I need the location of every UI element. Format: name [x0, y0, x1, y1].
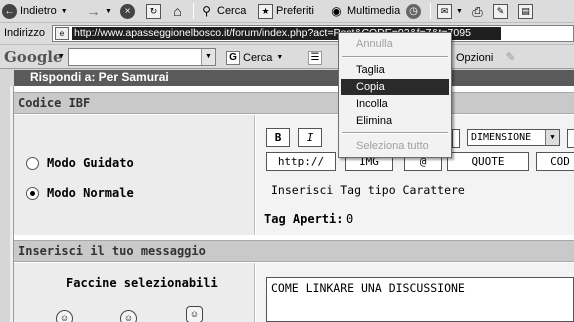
menu-separator: [342, 132, 448, 134]
smileys-label: Faccine selezionabili: [66, 276, 218, 290]
font-select-edge[interactable]: [452, 129, 460, 148]
google-extra-button[interactable]: ☰: [308, 49, 322, 66]
address-input[interactable]: e http://www.apasseggionelbosco.it/forum…: [52, 25, 574, 42]
mode-normal-radio[interactable]: [26, 186, 39, 200]
favorites-label: Preferiti: [276, 5, 314, 17]
chevron-down-icon: ▼: [545, 130, 559, 145]
page-button[interactable]: ▤: [518, 2, 533, 20]
color-select-edge[interactable]: [567, 129, 574, 148]
history-icon: ◷: [406, 3, 421, 19]
menu-item-delete[interactable]: Elimina: [341, 113, 449, 129]
google-toolbar: Google ▼ ▼ G Cerca ▼ ☰ Opzioni ✎: [0, 45, 574, 69]
size-select-value: DIMENSIONE: [471, 132, 532, 143]
standard-toolbar: ← Indietro ▼ → ▼ × ↻ ⌂ ⚲ Cerca ★ Preferi…: [0, 0, 574, 23]
forum-page: Rispondi a: Per Samurai Codice IBF Modo …: [0, 70, 574, 322]
section-header-message: Inserisci il tuo messaggio: [14, 240, 574, 262]
search-icon: ⚲: [202, 3, 211, 18]
tag-button-quote[interactable]: QUOTE: [447, 152, 529, 171]
page-icon: e: [55, 27, 69, 40]
open-tags-value: 0: [346, 212, 354, 226]
message-textarea[interactable]: COME LINKARE UNA DISCUSSIONE: [266, 277, 574, 322]
address-bar: Indirizzo e http://www.apasseggionelbosc…: [0, 23, 574, 45]
smiley-happy-icon[interactable]: ☺: [56, 310, 73, 322]
home-icon: ⌂: [173, 2, 182, 19]
google-options-label: Opzioni: [456, 51, 494, 64]
edit-icon: ✎: [493, 3, 508, 19]
mode-normal-label: Modo Normale: [47, 186, 134, 200]
page-icon: ▤: [518, 3, 533, 19]
context-menu: Annulla Taglia Copia Incolla Elimina Sel…: [338, 32, 452, 158]
mode-column: [14, 115, 255, 235]
multimedia-icon: ◉: [331, 3, 342, 18]
mode-guided-option[interactable]: Modo Guidato: [26, 156, 134, 170]
favorites-icon: ★: [258, 3, 273, 19]
edit-button[interactable]: ✎: [493, 2, 508, 20]
bold-button[interactable]: B: [266, 128, 290, 147]
chevron-down-icon: ▼: [60, 7, 68, 15]
stop-button[interactable]: ×: [120, 2, 135, 20]
size-select[interactable]: DIMENSIONE ▼: [467, 129, 560, 146]
chevron-down-icon: ▼: [276, 54, 284, 61]
print-icon: ⎙: [472, 3, 483, 19]
history-button[interactable]: ◷: [406, 2, 421, 20]
menu-item-undo[interactable]: Annulla: [341, 36, 449, 52]
address-label: Indirizzo: [4, 27, 45, 39]
refresh-icon: ↻: [146, 3, 161, 19]
search-button[interactable]: ⚲ Cerca: [199, 2, 246, 20]
mode-guided-radio[interactable]: [26, 156, 39, 170]
favorites-button[interactable]: ★ Preferiti: [258, 2, 314, 20]
google-search-input[interactable]: ▼: [68, 48, 216, 66]
google-search-label: Cerca: [243, 51, 273, 64]
highlighter-button[interactable]: ✎: [503, 49, 518, 66]
mode-normal-option[interactable]: Modo Normale: [26, 186, 134, 200]
page-title: Rispondi a: Per Samurai: [14, 70, 574, 86]
highlighter-icon: ✎: [505, 50, 516, 64]
tag-button-url[interactable]: http://: [266, 152, 336, 171]
chevron-down-icon: ▼: [105, 7, 112, 15]
multimedia-label: Multimedia: [347, 5, 401, 17]
italic-button[interactable]: I: [298, 128, 322, 147]
pagerank-icon: ☰: [308, 50, 322, 65]
google-search-button[interactable]: G Cerca ▼: [226, 49, 283, 66]
menu-separator: [342, 56, 448, 58]
mail-button[interactable]: ✉ ▼: [437, 2, 463, 20]
insert-tag-text: Inserisci Tag tipo Carattere: [271, 183, 465, 197]
menu-item-cut[interactable]: Taglia: [341, 62, 449, 78]
chevron-down-icon[interactable]: ▼: [201, 49, 215, 65]
menu-item-copy[interactable]: Copia: [341, 79, 449, 95]
menu-item-paste[interactable]: Incolla: [341, 96, 449, 112]
back-button[interactable]: ← Indietro ▼: [2, 2, 68, 20]
toolbar-divider: [193, 3, 194, 19]
forward-arrow-icon: →: [86, 2, 101, 19]
google-logo[interactable]: Google: [4, 48, 63, 66]
mail-icon: ✉: [437, 3, 452, 19]
back-arrow-icon: ←: [2, 3, 17, 19]
mode-guided-label: Modo Guidato: [47, 156, 134, 170]
stop-icon: ×: [120, 3, 135, 19]
tag-button-code[interactable]: COD: [536, 152, 574, 171]
open-tags-label: Tag Aperti:: [264, 212, 344, 226]
chevron-down-icon: ▼: [456, 7, 463, 15]
refresh-button[interactable]: ↻: [146, 2, 161, 20]
multimedia-button[interactable]: ◉ Multimedia: [329, 2, 400, 20]
smiley-smile-icon[interactable]: ☺: [120, 310, 137, 322]
google-search-icon: G: [226, 50, 240, 65]
chevron-down-icon[interactable]: ▼: [58, 53, 65, 60]
toolbar-divider: [430, 3, 431, 19]
forward-button[interactable]: → ▼: [86, 2, 112, 20]
back-label: Indietro: [20, 5, 57, 17]
home-button[interactable]: ⌂: [170, 2, 185, 20]
section-header-ibf: Codice IBF: [14, 92, 574, 114]
google-options-button[interactable]: Opzioni: [456, 49, 493, 66]
search-label: Cerca: [217, 5, 247, 17]
print-button[interactable]: ⎙: [470, 2, 485, 20]
menu-item-select-all[interactable]: Seleziona tutto: [341, 138, 449, 154]
smiley-dance-icon[interactable]: ☺: [186, 306, 203, 322]
